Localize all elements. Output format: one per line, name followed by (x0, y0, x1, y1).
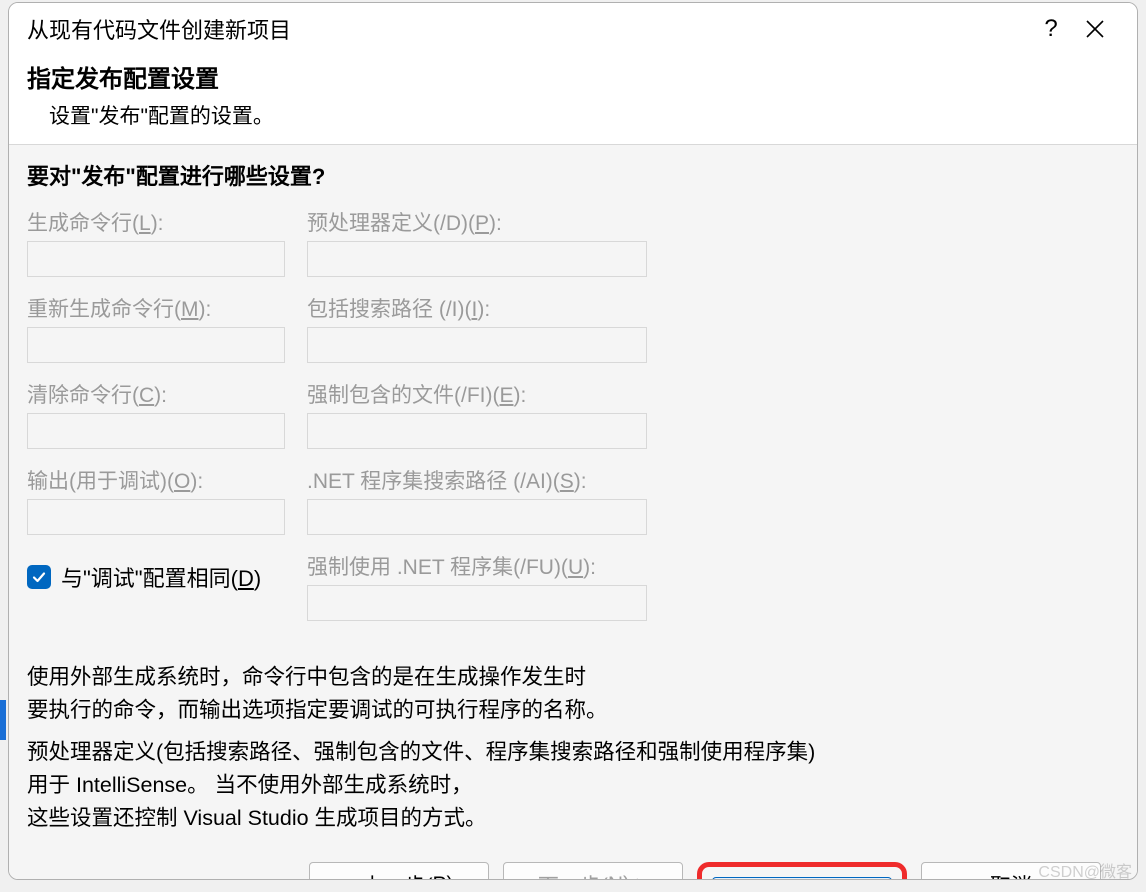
page-subtitle: 设置"发布"配置的设置。 (27, 100, 1119, 130)
close-icon (1085, 19, 1105, 39)
same-as-debug-checkbox[interactable] (27, 565, 51, 589)
label-forced-using: 强制使用 .NET 程序集(/FU)(U): (307, 551, 1119, 581)
input-forced-using[interactable] (307, 585, 647, 621)
wizard-dialog: 从现有代码文件创建新项目 ? 指定发布配置设置 设置"发布"配置的设置。 要对"… (8, 2, 1138, 880)
next-button: 下一步(N) > (503, 862, 683, 880)
input-include-search[interactable] (307, 327, 647, 363)
description-p2: 预处理器定义(包括搜索路径、强制包含的文件、程序集搜索路径和强制使用程序集) 用… (27, 736, 1119, 836)
cancel-button[interactable]: 取消 (921, 862, 1101, 880)
label-assembly-search: .NET 程序集搜索路径 (/AI)(S): (307, 465, 1119, 495)
finish-button[interactable]: 完成(F) (712, 877, 892, 880)
label-forced-include: 强制包含的文件(/FI)(E): (307, 379, 1119, 409)
window-title: 从现有代码文件创建新项目 (27, 13, 1031, 45)
label-output-debug: 输出(用于调试)(O): (27, 465, 285, 495)
help-button[interactable]: ? (1031, 15, 1071, 43)
input-build-cmdline[interactable] (27, 241, 285, 277)
same-as-debug-label: 与"调试"配置相同(D) (61, 561, 261, 593)
input-clean-cmdline[interactable] (27, 413, 285, 449)
checkmark-icon (31, 569, 47, 585)
label-include-search: 包括搜索路径 (/I)(I): (307, 293, 1119, 323)
titlebar: 从现有代码文件创建新项目 ? (9, 3, 1137, 51)
section-question: 要对"发布"配置进行哪些设置? (27, 159, 1119, 191)
close-button[interactable] (1071, 19, 1119, 39)
form-col-left: 生成命令行(L): 重新生成命令行(M): 清除命令行(C): 输出(用于调试)… (27, 207, 285, 637)
description-block: 使用外部生成系统时，命令行中包含的是在生成操作发生时 要执行的命令，而输出选项指… (27, 661, 1119, 844)
form-grid: 生成命令行(L): 重新生成命令行(M): 清除命令行(C): 输出(用于调试)… (27, 207, 1119, 637)
input-forced-include[interactable] (307, 413, 647, 449)
prev-button[interactable]: < 上一步(P) (309, 862, 489, 880)
label-clean-cmdline: 清除命令行(C): (27, 379, 285, 409)
content-area: 要对"发布"配置进行哪些设置? 生成命令行(L): 重新生成命令行(M): 清除… (9, 144, 1137, 880)
form-col-right: 预处理器定义(/D)(P): 包括搜索路径 (/I)(I): 强制包含的文件(/… (307, 207, 1119, 637)
page-title: 指定发布配置设置 (27, 59, 1119, 94)
header-section: 指定发布配置设置 设置"发布"配置的设置。 (9, 51, 1137, 144)
label-build-cmdline: 生成命令行(L): (27, 207, 285, 237)
description-p1: 使用外部生成系统时，命令行中包含的是在生成操作发生时 要执行的命令，而输出选项指… (27, 661, 1119, 728)
input-preproc-defs[interactable] (307, 241, 647, 277)
label-rebuild-cmdline: 重新生成命令行(M): (27, 293, 285, 323)
left-edge-accent (0, 700, 6, 740)
input-assembly-search[interactable] (307, 499, 647, 535)
same-as-debug-row[interactable]: 与"调试"配置相同(D) (27, 561, 285, 593)
input-output-debug[interactable] (27, 499, 285, 535)
label-preproc-defs: 预处理器定义(/D)(P): (307, 207, 1119, 237)
finish-highlight: 完成(F) (697, 862, 907, 880)
button-bar: < 上一步(P) 下一步(N) > 完成(F) 取消 (27, 844, 1119, 880)
input-rebuild-cmdline[interactable] (27, 327, 285, 363)
